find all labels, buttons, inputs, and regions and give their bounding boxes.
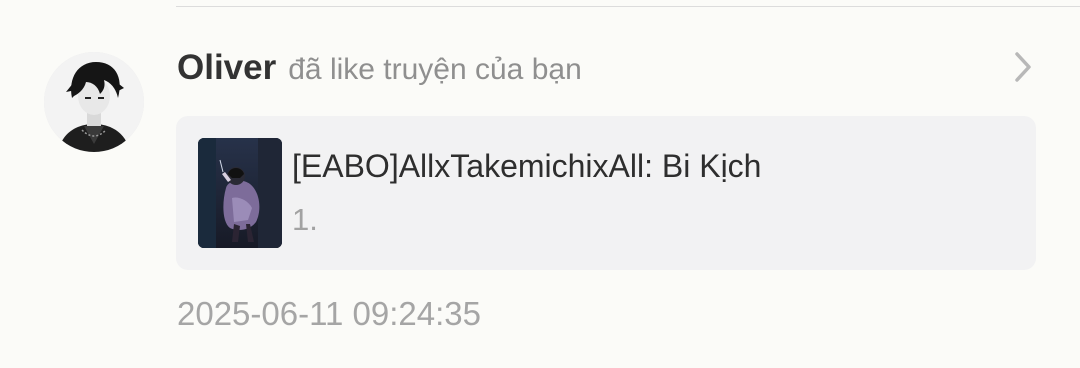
notification-timestamp: 2025-06-11 09:24:35 bbox=[177, 295, 481, 332]
notification-header: Oliver đã like truyện của bạn bbox=[177, 48, 582, 92]
story-title: [EABO]AllxTakemichixAll: Bi Kịch bbox=[292, 148, 762, 184]
top-divider bbox=[176, 6, 1080, 7]
avatar-portrait-icon bbox=[44, 52, 144, 152]
username-link[interactable]: Oliver bbox=[177, 48, 276, 88]
story-card[interactable]: [EABO]AllxTakemichixAll: Bi Kịch 1. bbox=[176, 116, 1036, 270]
notification-page: Oliver đã like truyện của bạn [EABO]Allx… bbox=[0, 0, 1080, 368]
user-avatar[interactable] bbox=[44, 52, 144, 152]
story-cover-image bbox=[198, 138, 282, 248]
action-text: đã like truyện của bạn bbox=[288, 53, 582, 86]
chevron-right-icon[interactable] bbox=[1008, 50, 1038, 84]
chapter-label: 1. bbox=[292, 202, 318, 237]
